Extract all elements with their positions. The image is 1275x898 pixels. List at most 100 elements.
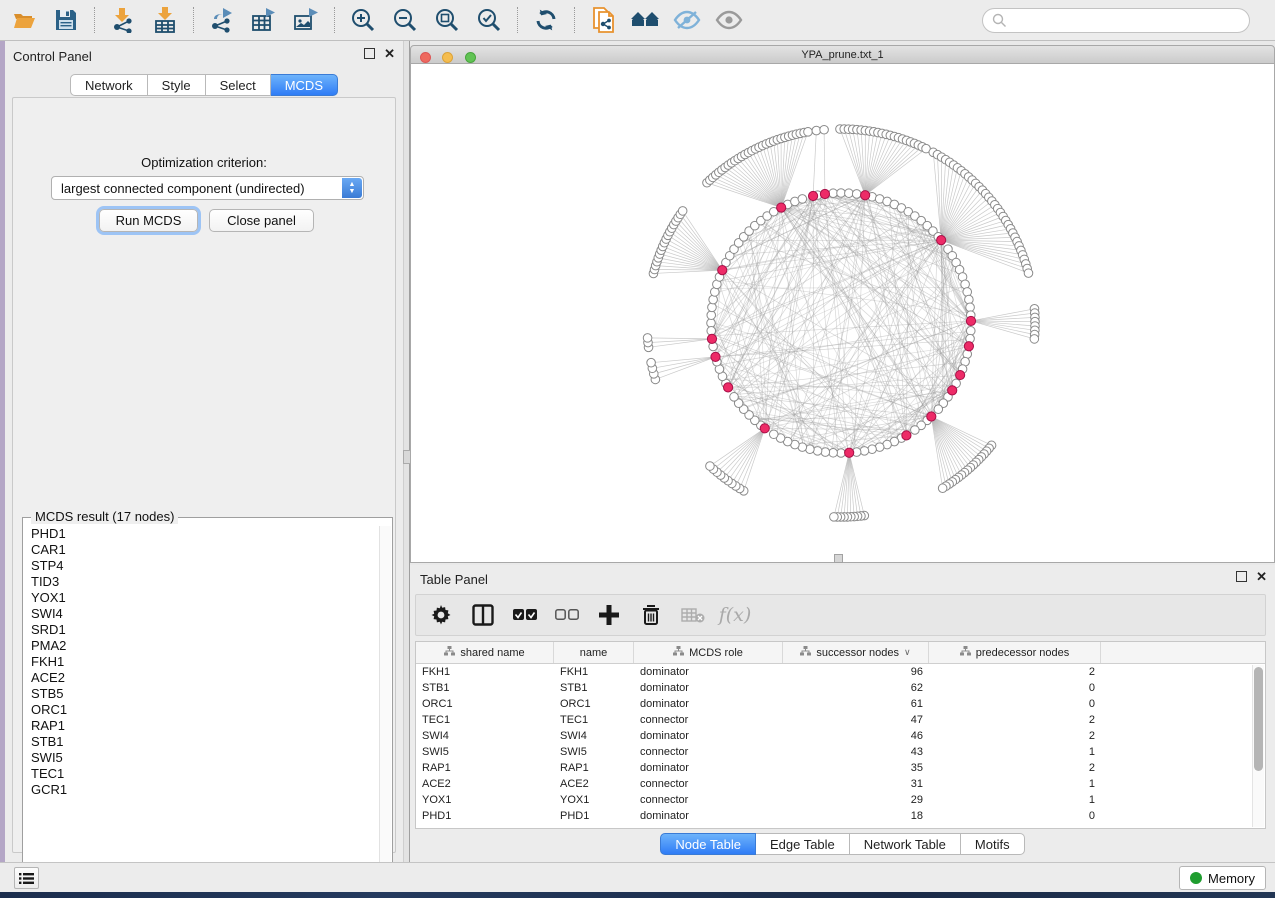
mcds-result-item[interactable]: CAR1 [31, 542, 379, 558]
import-network-icon[interactable] [109, 6, 137, 34]
tab-edge-table[interactable]: Edge Table [756, 833, 850, 855]
table-settings-gear-icon[interactable] [428, 602, 454, 628]
task-history-button[interactable] [14, 867, 39, 889]
search-input[interactable] [982, 8, 1250, 33]
tab-network[interactable]: Network [70, 74, 148, 96]
mcds-result-item[interactable]: FKH1 [31, 654, 379, 670]
cell: ACE2 [554, 778, 634, 790]
table-panel: Table Panel ✕ f(x) shared namenameMCDS r… [410, 565, 1275, 862]
search-icon [992, 13, 1007, 28]
zoom-out-icon[interactable] [391, 6, 419, 34]
column-header-MCDS-role[interactable]: MCDS role [634, 642, 783, 663]
float-panel-icon[interactable] [1236, 571, 1247, 582]
cell: ORC1 [554, 698, 634, 710]
table-scrollbar[interactable] [1252, 665, 1264, 827]
cell: YOX1 [416, 794, 554, 806]
table-row[interactable]: PHD1PHD1dominator180 [416, 808, 1265, 824]
mcds-result-item[interactable]: GCR1 [31, 782, 379, 798]
column-header-predecessor-nodes[interactable]: predecessor nodes [929, 642, 1101, 663]
hide-selected-icon[interactable] [673, 6, 701, 34]
tab-mcds[interactable]: MCDS [271, 74, 338, 96]
mcds-result-item[interactable]: STP4 [31, 558, 379, 574]
table-row[interactable]: RAP1RAP1dominator352 [416, 760, 1265, 776]
cell: ACE2 [416, 778, 554, 790]
hide-columns-icon[interactable] [554, 602, 580, 628]
zoom-in-icon[interactable] [349, 6, 377, 34]
scrollbar-thumb[interactable] [1254, 667, 1263, 771]
open-file-icon[interactable] [10, 6, 38, 34]
node-table[interactable]: shared namenameMCDS rolesuccessor nodes∨… [415, 641, 1266, 829]
column-header-name[interactable]: name [554, 642, 634, 663]
cell: 96 [783, 666, 929, 678]
zoom-fit-icon[interactable] [433, 6, 461, 34]
mcds-result-item[interactable]: ACE2 [31, 670, 379, 686]
mcds-result-item[interactable]: SWI5 [31, 750, 379, 766]
mcds-result-item[interactable]: STB5 [31, 686, 379, 702]
table-row[interactable]: ACE2ACE2connector311 [416, 776, 1265, 792]
refresh-icon[interactable] [532, 6, 560, 34]
table-row[interactable]: YOX1YOX1connector291 [416, 792, 1265, 808]
tab-motifs[interactable]: Motifs [961, 833, 1025, 855]
show-columns-icon[interactable] [512, 602, 538, 628]
mcds-result-item[interactable]: STB1 [31, 734, 379, 750]
cell: 18 [783, 810, 929, 822]
column-view-icon[interactable] [470, 602, 496, 628]
float-panel-icon[interactable] [364, 48, 375, 59]
function-builder-icon: f(x) [722, 602, 748, 628]
mcds-result-item[interactable]: PHD1 [31, 526, 379, 542]
mcds-result-item[interactable]: PMA2 [31, 638, 379, 654]
run-mcds-button[interactable]: Run MCDS [99, 209, 198, 232]
table-row[interactable]: SWI5SWI5connector431 [416, 744, 1265, 760]
mcds-result-list[interactable]: PHD1CAR1STP4TID3YOX1SWI4SRD1PMA2FKH1ACE2… [24, 526, 379, 887]
cell: 0 [929, 698, 1101, 710]
export-image-icon[interactable] [292, 6, 320, 34]
tab-select[interactable]: Select [206, 74, 271, 96]
table-row[interactable]: TEC1TEC1connector472 [416, 712, 1265, 728]
tab-style[interactable]: Style [148, 74, 206, 96]
show-all-icon[interactable] [715, 6, 743, 34]
optimization-criterion-label: Optimization criterion: [13, 155, 395, 170]
cell: connector [634, 714, 783, 726]
memory-button[interactable]: Memory [1179, 866, 1266, 890]
save-icon[interactable] [52, 6, 80, 34]
network-window: YPA_prune.txt_1 [410, 45, 1275, 563]
cell: 2 [929, 762, 1101, 774]
close-panel-button[interactable]: Close panel [209, 209, 314, 232]
optimization-criterion-select[interactable]: largest connected component (undirected)… [51, 176, 364, 200]
vertical-splitter[interactable] [403, 41, 410, 862]
network-canvas[interactable] [410, 64, 1275, 563]
tab-node-table[interactable]: Node Table [660, 833, 756, 855]
mcds-result-item[interactable]: ORC1 [31, 702, 379, 718]
mcds-result-item[interactable]: SWI4 [31, 606, 379, 622]
table-row[interactable]: FKH1FKH1dominator962 [416, 664, 1265, 680]
cell: dominator [634, 762, 783, 774]
export-network-icon[interactable] [208, 6, 236, 34]
table-row[interactable]: STB1STB1dominator620 [416, 680, 1265, 696]
horizontal-splitter-handle[interactable] [834, 554, 843, 563]
mcds-result-item[interactable]: TID3 [31, 574, 379, 590]
zoom-selected-icon[interactable] [475, 6, 503, 34]
column-header-successor-nodes[interactable]: successor nodes∨ [783, 642, 929, 663]
column-header-shared-name[interactable]: shared name [416, 642, 554, 663]
duplicate-network-icon[interactable] [589, 6, 617, 34]
table-row[interactable]: SWI4SWI4dominator462 [416, 728, 1265, 744]
close-panel-icon[interactable]: ✕ [384, 48, 395, 59]
network-window-titlebar[interactable]: YPA_prune.txt_1 [410, 45, 1275, 64]
close-panel-icon[interactable]: ✕ [1256, 571, 1267, 582]
cell: ORC1 [416, 698, 554, 710]
first-neighbors-icon[interactable] [631, 6, 659, 34]
cell: RAP1 [416, 762, 554, 774]
mcds-result-item[interactable]: RAP1 [31, 718, 379, 734]
tab-network-table[interactable]: Network Table [850, 833, 961, 855]
import-table-icon[interactable] [151, 6, 179, 34]
cell: 1 [929, 794, 1101, 806]
select-stepper-icon: ▲▼ [342, 178, 362, 198]
table-row[interactable]: ORC1ORC1dominator610 [416, 696, 1265, 712]
add-column-icon[interactable] [596, 602, 622, 628]
export-table-icon[interactable] [250, 6, 278, 34]
mcds-result-item[interactable]: SRD1 [31, 622, 379, 638]
mcds-result-item[interactable]: YOX1 [31, 590, 379, 606]
delete-column-icon[interactable] [638, 602, 664, 628]
mcds-result-item[interactable]: TEC1 [31, 766, 379, 782]
mcds-list-scrollbar[interactable] [379, 526, 391, 887]
